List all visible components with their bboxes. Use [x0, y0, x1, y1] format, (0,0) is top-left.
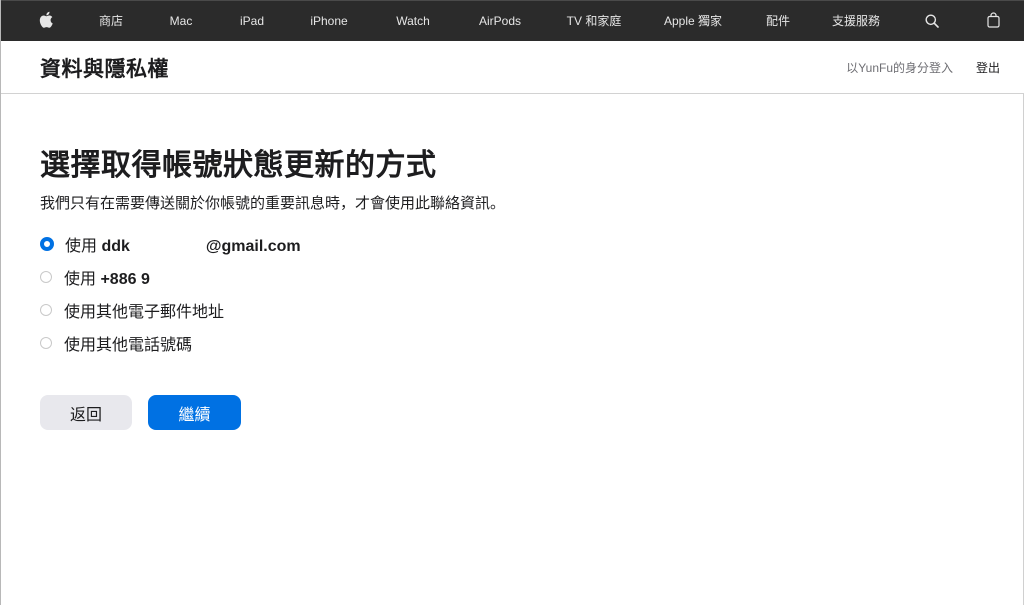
page-title: 選擇取得帳號狀態更新的方式 — [40, 149, 437, 182]
nav-item-iphone[interactable]: iPhone — [310, 1, 347, 41]
signed-in-status: 以YunFu的身分登入 — [846, 61, 953, 75]
global-nav: 商店 Mac iPad iPhone Watch AirPods TV 和家庭 … — [1, 0, 1024, 41]
nav-item-tv-home[interactable]: TV 和家庭 — [567, 1, 622, 41]
nav-item-watch[interactable]: Watch — [396, 1, 430, 41]
page-description: 我們只有在需要傳送關於你帳號的重要訊息時，才會使用此聯絡資訊。 — [40, 195, 506, 212]
nav-item-ipad[interactable]: iPad — [240, 1, 264, 41]
email-value-start: ddk — [101, 237, 130, 255]
local-nav: 資料與隱私權 以YunFu的身分登入 登出 — [1, 41, 1024, 94]
radio-button[interactable] — [40, 303, 52, 316]
option-prefix: 使用 — [65, 237, 102, 255]
nav-item-airpods[interactable]: AirPods — [479, 1, 521, 41]
email-value-end: @gmail.com — [205, 237, 301, 255]
radio-button[interactable] — [40, 336, 52, 349]
radio-button-checked[interactable] — [40, 236, 54, 251]
option-label: 使用 ddk @gmail.com — [65, 232, 301, 256]
option-label: 使用其他電話號碼 — [64, 336, 193, 354]
radio-button[interactable] — [40, 270, 52, 283]
option-other-email[interactable]: 使用其他電子郵件地址 — [40, 293, 301, 326]
option-other-phone[interactable]: 使用其他電話號碼 — [40, 326, 301, 359]
back-button[interactable]: 返回 — [40, 395, 132, 430]
option-current-email[interactable]: 使用 ddk @gmail.com — [40, 227, 301, 260]
search-icon[interactable] — [925, 14, 939, 33]
nav-item-support[interactable]: 支援服務 — [832, 1, 880, 41]
contact-method-options: 使用 ddk @gmail.com 使用 +886 9 使用其他電子郵件地址 使用… — [40, 227, 301, 359]
continue-button[interactable]: 繼續 — [148, 395, 241, 430]
sign-out-link[interactable]: 登出 — [976, 59, 1000, 76]
shopping-bag-icon[interactable] — [987, 12, 1000, 33]
nav-item-apple-exclusive[interactable]: Apple 獨家 — [664, 1, 722, 41]
nav-item-store[interactable]: 商店 — [99, 1, 123, 41]
nav-item-mac[interactable]: Mac — [170, 1, 193, 41]
action-buttons: 返回 繼續 — [40, 395, 241, 430]
section-title[interactable]: 資料與隱私權 — [40, 53, 169, 83]
phone-value-start: +886 9 — [100, 270, 150, 288]
option-prefix: 使用 — [64, 270, 101, 288]
nav-item-accessories[interactable]: 配件 — [766, 1, 790, 41]
option-label: 使用其他電子郵件地址 — [64, 303, 225, 321]
apple-logo-icon[interactable] — [39, 11, 53, 33]
option-current-phone[interactable]: 使用 +886 9 — [40, 260, 301, 293]
option-label: 使用 +886 9 — [64, 265, 240, 289]
page-frame: 商店 Mac iPad iPhone Watch AirPods TV 和家庭 … — [0, 0, 1024, 605]
